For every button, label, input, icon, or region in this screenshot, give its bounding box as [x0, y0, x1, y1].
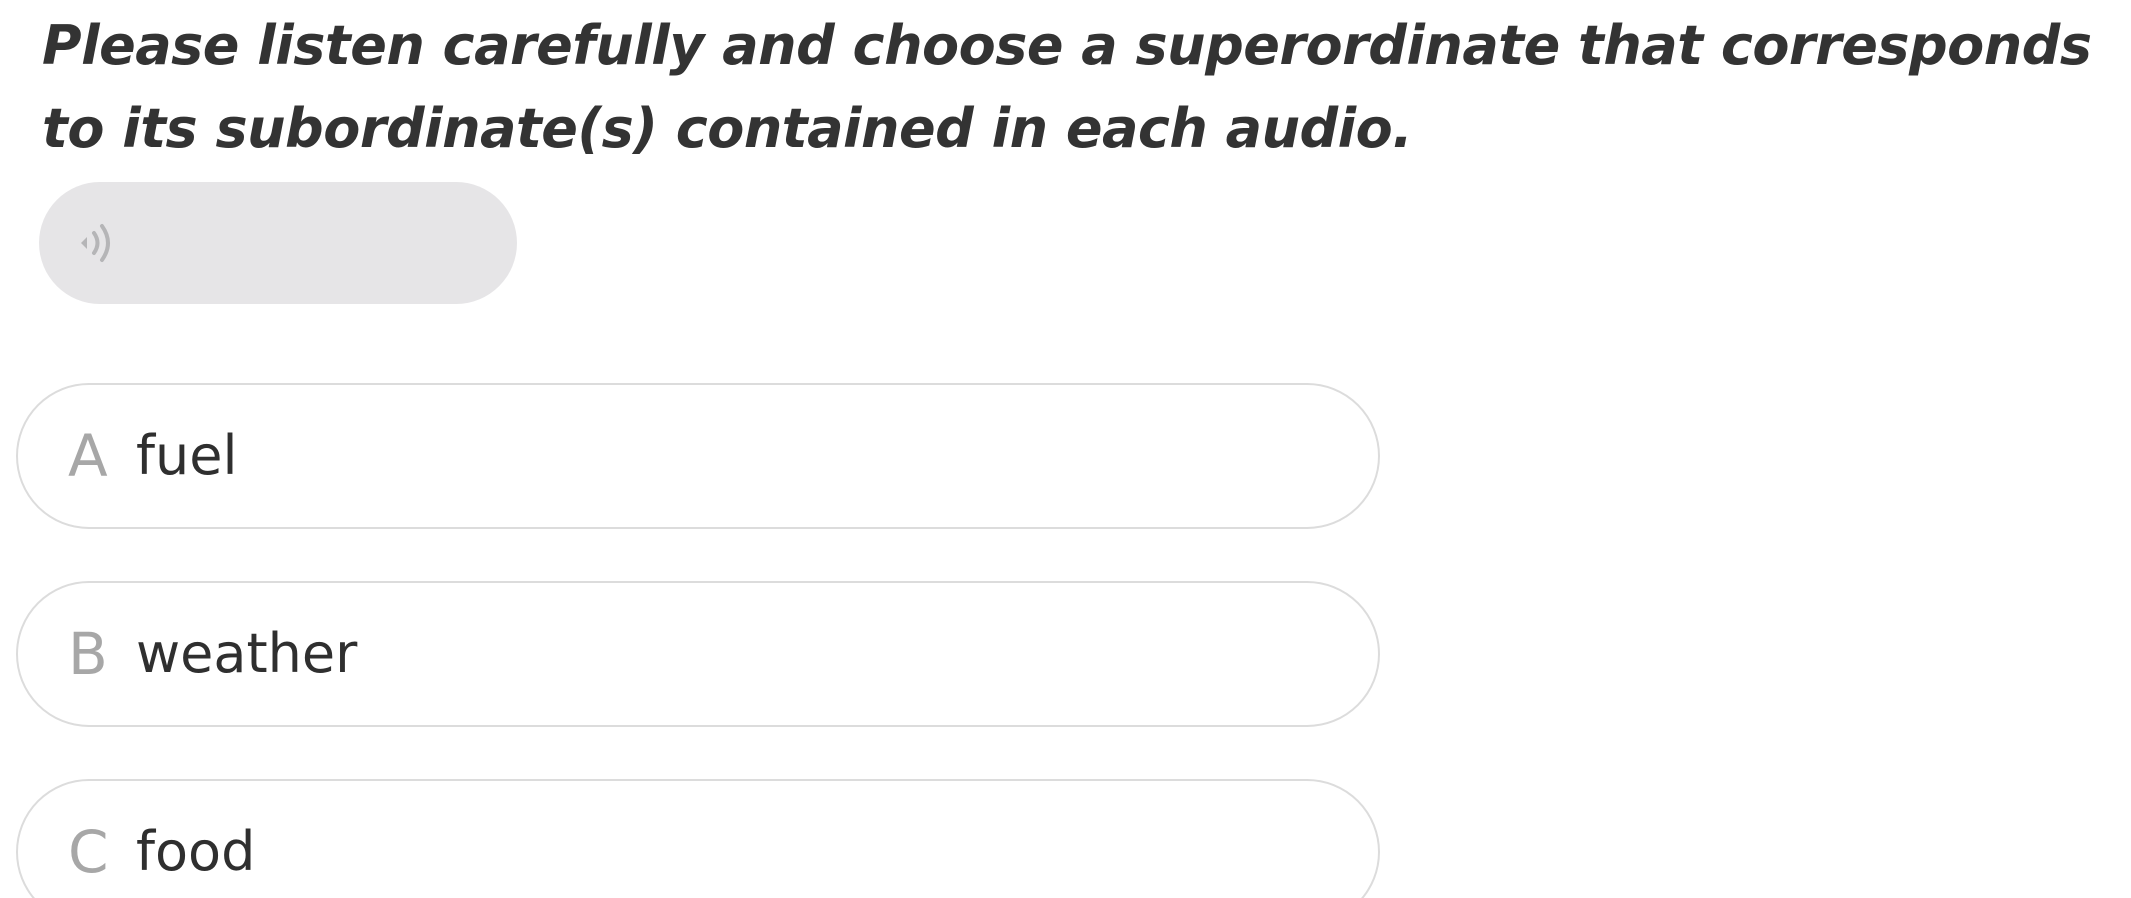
- speaker-wave-icon: [75, 220, 123, 266]
- option-text: weather: [136, 622, 358, 685]
- option-c[interactable]: C food: [16, 779, 1380, 898]
- option-letter: A: [68, 422, 108, 490]
- option-text: fuel: [136, 424, 238, 487]
- option-a[interactable]: A fuel: [16, 383, 1380, 529]
- quiz-page: Please listen carefully and choose a sup…: [0, 0, 2131, 898]
- option-text: food: [136, 820, 256, 883]
- question-prompt: Please listen carefully and choose a sup…: [42, 14, 2092, 160]
- option-letter: C: [68, 818, 109, 886]
- audio-play-button[interactable]: [39, 182, 517, 304]
- option-letter: B: [68, 620, 108, 688]
- option-b[interactable]: B weather: [16, 581, 1380, 727]
